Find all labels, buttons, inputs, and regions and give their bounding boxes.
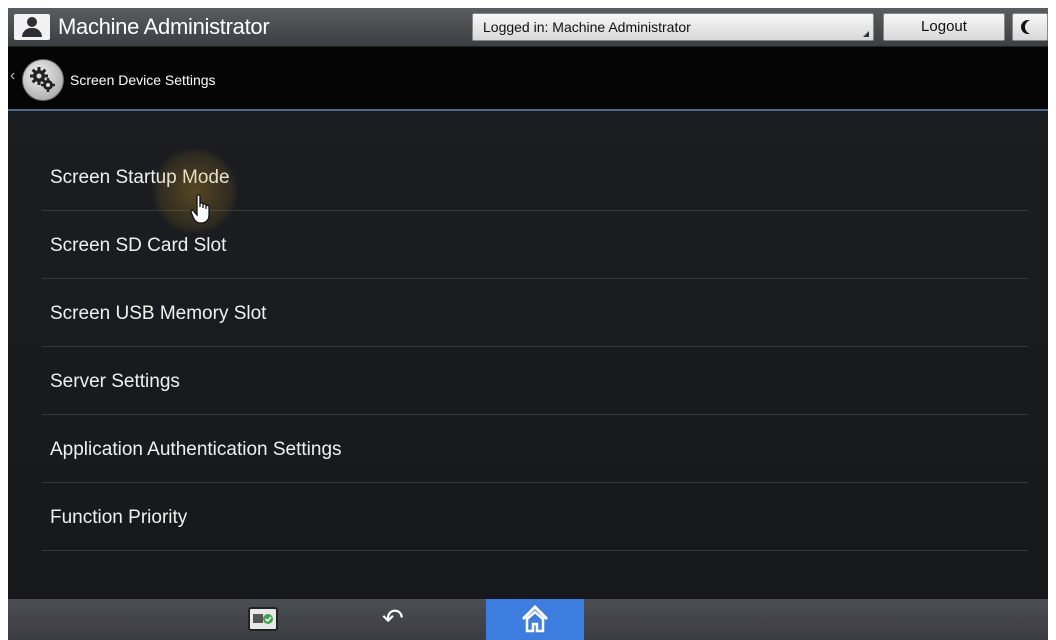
user-name: Machine Administrator xyxy=(58,14,270,39)
dropdown-corner-icon xyxy=(863,31,869,37)
menu-item-application-authentication-settings[interactable]: Application Authentication Settings xyxy=(42,415,1028,483)
top-bar: Machine Administrator Logged in: Machine… xyxy=(8,8,1048,47)
gear-icon[interactable] xyxy=(22,59,64,101)
title-bar: ‹ Screen Device Settings xyxy=(8,47,1048,111)
menu-item-label: Screen SD Card Slot xyxy=(50,235,227,256)
back-chevron-icon[interactable]: ‹ xyxy=(10,67,15,85)
bottom-bar: ↶ xyxy=(8,599,1048,640)
menu-item-label: Application Authentication Settings xyxy=(50,439,342,460)
menu-item-label: Function Priority xyxy=(50,507,188,528)
logout-button[interactable]: Logout xyxy=(883,13,1005,41)
menu-item-server-settings[interactable]: Server Settings xyxy=(42,347,1028,415)
login-status-dropdown[interactable]: Logged in: Machine Administrator xyxy=(472,13,874,41)
hand-cursor-icon xyxy=(190,194,210,224)
energy-saver-button[interactable] xyxy=(1012,13,1048,41)
device-screen: Machine Administrator Logged in: Machine… xyxy=(8,8,1048,640)
home-icon xyxy=(521,604,549,633)
moon-icon xyxy=(1025,20,1039,34)
home-button[interactable] xyxy=(486,599,584,640)
card-status-icon[interactable] xyxy=(248,607,278,631)
menu-item-label: Screen USB Memory Slot xyxy=(50,303,267,324)
login-status-text: Logged in: Machine Administrator xyxy=(483,19,691,35)
back-arrow-icon[interactable]: ↶ xyxy=(382,605,404,631)
menu-item-label: Server Settings xyxy=(50,371,180,392)
menu-item-screen-usb-memory-slot[interactable]: Screen USB Memory Slot xyxy=(42,279,1028,347)
menu-item-function-priority[interactable]: Function Priority xyxy=(42,483,1028,551)
page-title: Screen Device Settings xyxy=(70,72,216,88)
user-icon[interactable] xyxy=(14,14,50,40)
